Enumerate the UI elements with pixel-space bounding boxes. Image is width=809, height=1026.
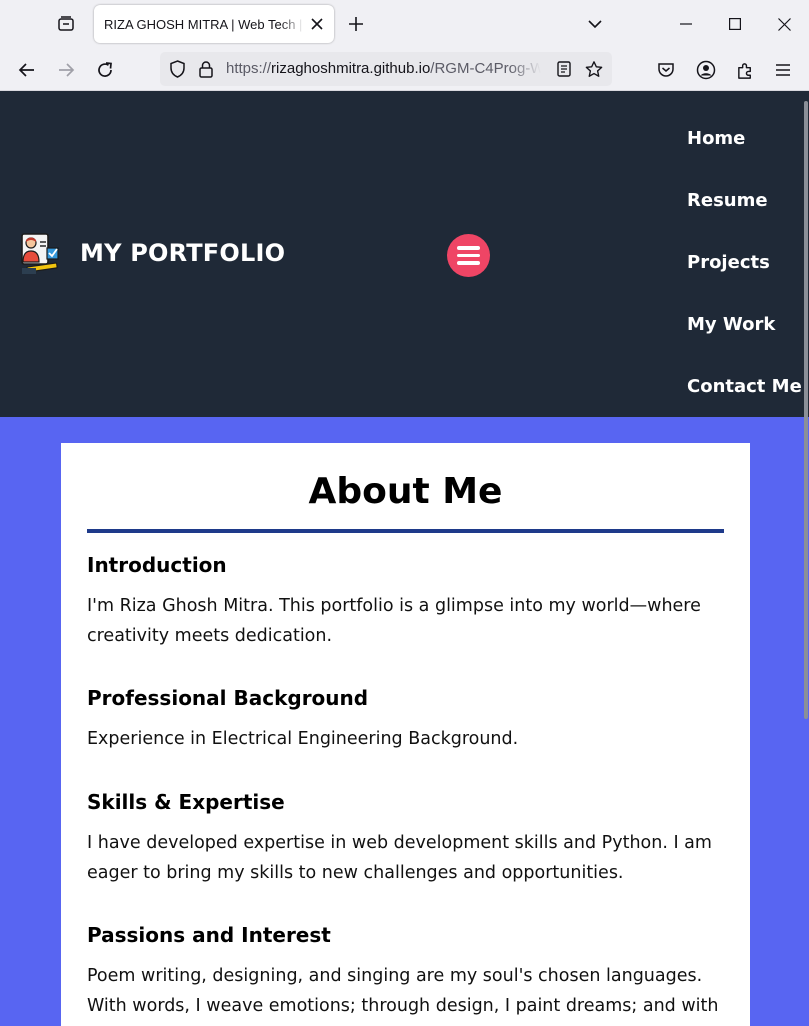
close-icon[interactable] [308,15,326,33]
hamburger-line [457,246,480,250]
lock-icon[interactable] [197,60,215,78]
forward-arrow-icon[interactable] [52,56,80,84]
star-icon[interactable] [585,60,603,78]
hamburger-menu-button[interactable] [447,234,490,277]
window-close-icon[interactable] [760,0,808,48]
section-text-introduction: I'm Riza Ghosh Mitra. This portfolio is … [87,596,701,646]
reload-icon[interactable] [91,56,119,84]
hamburger-menu-icon[interactable] [769,56,797,84]
plus-icon[interactable] [345,13,367,35]
browser-chrome: RIZA GHOSH MITRA | Web Tech | Ce https:/… [0,0,809,91]
url-prefix: https:// [226,60,272,77]
section-text-passions: Poem writing, designing, and singing are… [87,966,719,1016]
about-me-card: About Me Introduction I'm Riza Ghosh Mit… [61,443,750,1026]
section-title-introduction: Introduction [87,553,227,577]
chevron-down-icon[interactable] [584,13,606,35]
title-bar: RIZA GHOSH MITRA | Web Tech | Ce [0,0,809,48]
maximize-icon[interactable] [711,0,759,48]
reader-view-icon[interactable] [555,60,573,78]
url-path: /RGM-C4Prog-W [430,60,541,77]
active-tab[interactable]: RIZA GHOSH MITRA | Web Tech | Ce [94,5,334,43]
hamburger-line [457,261,480,265]
navigation-toolbar: https://rizaghoshmitra.github.io/RGM-C4P… [0,48,809,91]
nav-link-projects[interactable]: Projects [687,252,770,273]
minimize-icon[interactable] [662,0,710,48]
back-arrow-icon[interactable] [13,56,41,84]
section-title-professional-background: Professional Background [87,686,369,710]
section-text-skills: I have developed expertise in web develo… [87,833,712,883]
portfolio-logo-icon[interactable] [18,232,62,276]
section-title-passions: Passions and Interest [87,923,331,947]
section-text-professional-background: Experience in Electrical Engineering Bac… [87,729,519,749]
pocket-icon[interactable] [652,56,680,84]
page-scrollbar[interactable] [804,101,808,719]
tab-list-icon[interactable] [54,12,78,36]
extensions-icon[interactable] [731,56,759,84]
hamburger-line [457,253,480,258]
site-header: MY PORTFOLIO Home Resume Projects My Wor… [0,91,809,417]
account-icon[interactable] [692,56,720,84]
site-title[interactable]: MY PORTFOLIO [80,239,285,267]
tab-title: RIZA GHOSH MITRA | Web Tech | Ce [104,16,304,32]
about-heading: About Me [308,471,503,512]
nav-link-resume[interactable]: Resume [687,190,768,211]
page-viewport: MY PORTFOLIO Home Resume Projects My Wor… [0,91,809,1026]
section-title-skills: Skills & Expertise [87,790,285,814]
shield-icon[interactable] [168,60,186,78]
url-bar[interactable]: https://rizaghoshmitra.github.io/RGM-C4P… [160,52,612,86]
nav-link-my-work[interactable]: My Work [687,314,775,335]
nav-link-contact-me[interactable]: Contact Me [687,376,802,397]
nav-link-home[interactable]: Home [687,128,745,149]
heading-divider [87,529,724,533]
url-host: rizaghoshmitra.github.io [271,60,431,77]
url-text[interactable]: https://rizaghoshmitra.github.io/RGM-C4P… [226,60,541,77]
